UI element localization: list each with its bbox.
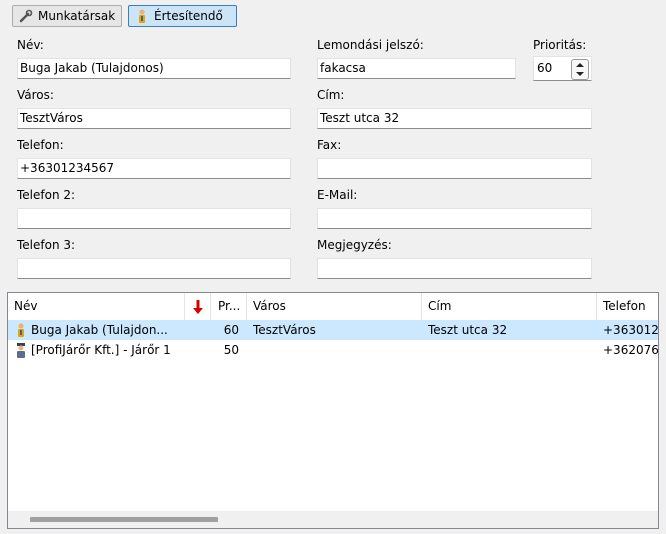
nev-field[interactable]: Buga Jakab (Tulajdonos)	[17, 58, 291, 79]
sort-down-arrow-icon	[193, 299, 203, 314]
cell-nev: Buga Jakab (Tulajdon...	[31, 323, 168, 337]
tab-munkatarsak[interactable]: Munkatársak	[12, 5, 122, 27]
column-header-sort-indicator[interactable]	[185, 293, 211, 320]
lemondasi-jelszo-field[interactable]: fakacsa	[317, 58, 516, 79]
lemondasi-jelszo-label: Lemondási jelszó:	[317, 38, 424, 52]
cell-cim	[428, 340, 593, 360]
column-header-prioritas[interactable]: Pr...	[211, 293, 247, 320]
column-header-cim[interactable]: Cím	[422, 293, 597, 320]
prioritas-value: 60	[537, 61, 553, 75]
email-field[interactable]	[317, 208, 592, 229]
grid-header: Név Pr... Város Cím Telefon	[8, 293, 658, 321]
cim-label: Cím:	[317, 88, 345, 102]
spin-up-icon[interactable]	[576, 63, 584, 67]
cell-cim: Teszt utca 32	[428, 323, 508, 337]
telefon-label: Telefon:	[17, 138, 64, 152]
horizontal-scrollbar[interactable]	[8, 511, 658, 528]
prioritas-stepper[interactable]: 60	[533, 56, 592, 81]
tab-label: Munkatársak	[38, 9, 116, 23]
tab-ertesitendo[interactable]: Értesítendő	[128, 5, 237, 27]
megjegyzes-label: Megjegyzés:	[317, 238, 392, 252]
telefon3-label: Telefon 3:	[17, 238, 76, 252]
cell-varos: TesztVáros	[253, 323, 316, 337]
tab-label: Értesítendő	[154, 9, 223, 23]
table-row[interactable]: [ProfiJárőr Kft.] - Járőr 1 50 +3620765	[8, 340, 658, 360]
scrollbar-thumb[interactable]	[30, 517, 218, 522]
prioritas-label: Prioritás:	[533, 38, 587, 52]
cell-telefon: +3630123	[603, 323, 658, 337]
cell-prioritas: 50	[223, 343, 239, 357]
telefon2-label: Telefon 2:	[17, 188, 76, 202]
wrench-icon	[18, 8, 34, 24]
nev-label: Név:	[17, 38, 44, 52]
telefon3-field[interactable]	[17, 258, 291, 279]
cell-nev: [ProfiJárőr Kft.] - Járőr 1	[31, 343, 171, 357]
person-icon	[134, 8, 150, 24]
telefon-field[interactable]: +36301234567	[17, 158, 291, 179]
guard-icon	[13, 342, 29, 358]
spin-down-icon[interactable]	[576, 72, 584, 76]
column-header-telefon[interactable]: Telefon	[597, 293, 658, 320]
fax-label: Fax:	[317, 138, 342, 152]
cim-field[interactable]: Teszt utca 32	[317, 108, 592, 129]
fax-field[interactable]	[317, 158, 592, 179]
varos-field[interactable]: TesztVáros	[17, 108, 291, 129]
person-icon	[13, 322, 29, 338]
cell-varos	[253, 340, 418, 360]
column-header-varos[interactable]: Város	[247, 293, 422, 320]
cell-prioritas: 60	[223, 323, 239, 337]
cell-telefon: +3620765	[603, 343, 658, 357]
email-label: E-Mail:	[317, 188, 358, 202]
column-header-nev[interactable]: Név	[8, 293, 185, 320]
varos-label: Város:	[17, 88, 54, 102]
telefon2-field[interactable]	[17, 208, 291, 229]
spin-buttons[interactable]	[571, 59, 589, 80]
contacts-grid[interactable]: Név Pr... Város Cím Telefon Buga Jakab (…	[7, 292, 659, 529]
megjegyzes-field[interactable]	[317, 258, 592, 279]
table-row[interactable]: Buga Jakab (Tulajdon... 60 TesztVáros Te…	[8, 320, 658, 340]
